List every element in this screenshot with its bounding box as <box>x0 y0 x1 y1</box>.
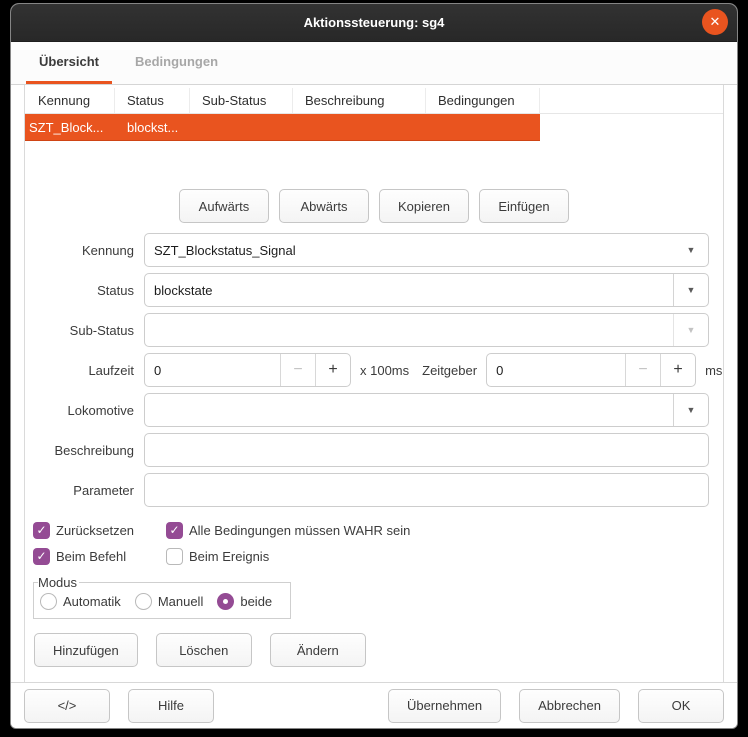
tab-content-uebersicht: Kennung Status Sub-Status Beschreibung B… <box>24 85 724 682</box>
column-header-kennung[interactable]: Kennung <box>25 88 115 113</box>
footer-left-group: </> Hilfe <box>24 689 214 723</box>
modus-radio-group: Automatik Manuell beide <box>40 593 282 610</box>
kennung-row: Kennung SZT_Blockstatus_Signal ▼ <box>25 233 723 267</box>
laufzeit-spinner[interactable]: 0 − + <box>144 353 351 387</box>
options-section: ✓ Zurücksetzen ✓ Alle Bedingungen müssen… <box>25 517 723 569</box>
laufzeit-label: Laufzeit <box>25 363 144 378</box>
einfuegen-button[interactable]: Einfügen <box>479 189 569 223</box>
uebernehmen-button[interactable]: Übernehmen <box>388 689 501 723</box>
abwaerts-button[interactable]: Abwärts <box>279 189 369 223</box>
plus-icon[interactable]: + <box>660 354 695 386</box>
laufzeit-value: 0 <box>145 363 280 378</box>
checkbox-beim-befehl[interactable]: ✓ Beim Befehl <box>33 548 166 565</box>
action-button-row: Hinzufügen Löschen Ändern <box>34 633 723 667</box>
radio-off-icon <box>135 593 152 610</box>
column-header-substatus[interactable]: Sub-Status <box>190 88 293 113</box>
parameter-label: Parameter <box>25 483 144 498</box>
zeitgeber-spinner[interactable]: 0 − + <box>486 353 696 387</box>
tab-uebersicht[interactable]: Übersicht <box>26 42 112 84</box>
kennung-value: SZT_Blockstatus_Signal <box>145 243 674 258</box>
beschreibung-input[interactable] <box>144 433 709 467</box>
column-header-status[interactable]: Status <box>115 88 190 113</box>
window-title: Aktionssteuerung: sg4 <box>304 15 445 30</box>
kennung-label: Kennung <box>25 243 144 258</box>
column-header-bedingungen[interactable]: Bedingungen <box>426 88 540 113</box>
radio-automatik[interactable]: Automatik <box>40 593 121 610</box>
plus-icon[interactable]: + <box>315 354 350 386</box>
substatus-row: Sub-Status ▼ <box>25 313 723 347</box>
parameter-row: Parameter <box>25 473 723 507</box>
close-button[interactable]: ✕ <box>702 9 728 35</box>
beschreibung-row: Beschreibung <box>25 433 723 467</box>
radio-on-icon <box>217 593 234 610</box>
footer-right-group: Übernehmen Abbrechen OK <box>388 689 724 723</box>
code-button[interactable]: </> <box>24 689 110 723</box>
table-header: Kennung Status Sub-Status Beschreibung B… <box>25 88 723 114</box>
radio-manuell[interactable]: Manuell <box>135 593 204 610</box>
kopieren-button[interactable]: Kopieren <box>379 189 469 223</box>
column-header-beschreibung[interactable]: Beschreibung <box>293 88 426 113</box>
action-table: Kennung Status Sub-Status Beschreibung B… <box>25 88 723 141</box>
status-label: Status <box>25 283 144 298</box>
modus-frame: Modus Automatik Manuell beide <box>33 575 291 619</box>
cell-status: blockst... <box>115 120 190 135</box>
minus-icon[interactable]: − <box>625 354 660 386</box>
minus-icon[interactable]: − <box>280 354 315 386</box>
loeschen-button[interactable]: Löschen <box>156 633 252 667</box>
tab-label: Übersicht <box>39 54 99 69</box>
chevron-down-icon[interactable]: ▼ <box>673 274 708 306</box>
list-button-row: Aufwärts Abwärts Kopieren Einfügen <box>25 189 723 223</box>
lokomotive-label: Lokomotive <box>25 403 144 418</box>
kennung-combobox[interactable]: SZT_Blockstatus_Signal ▼ <box>144 233 709 267</box>
checkbox-checked-icon: ✓ <box>33 522 50 539</box>
table-row-selected[interactable]: SZT_Block... blockst... <box>25 114 540 141</box>
close-icon: ✕ <box>710 14 721 30</box>
laufzeit-row: Laufzeit 0 − + x 100ms Zeitgeber 0 − + m… <box>25 353 723 387</box>
abbrechen-button[interactable]: Abbrechen <box>519 689 620 723</box>
modus-legend: Modus <box>38 575 79 590</box>
parameter-input[interactable] <box>144 473 709 507</box>
zeitgeber-label: Zeitgeber <box>422 363 477 378</box>
radio-beide[interactable]: beide <box>217 593 272 610</box>
status-combobox[interactable]: blockstate ▼ <box>144 273 709 307</box>
beschreibung-label: Beschreibung <box>25 443 144 458</box>
dialog-window: Aktionssteuerung: sg4 ✕ Übersicht Beding… <box>11 4 737 728</box>
tab-bedingungen[interactable]: Bedingungen <box>122 42 231 84</box>
status-value: blockstate <box>145 283 673 298</box>
titlebar: Aktionssteuerung: sg4 ✕ <box>11 4 737 42</box>
aendern-button[interactable]: Ändern <box>270 633 366 667</box>
tab-bar: Übersicht Bedingungen <box>11 42 737 85</box>
lokomotive-row: Lokomotive ▼ <box>25 393 723 427</box>
dialog-footer: </> Hilfe Übernehmen Abbrechen OK <box>11 682 737 728</box>
zeitgeber-value: 0 <box>487 363 625 378</box>
checkbox-checked-icon: ✓ <box>33 548 50 565</box>
zeitgeber-unit: ms <box>705 363 722 378</box>
checkbox-unchecked-icon <box>166 548 183 565</box>
tab-label: Bedingungen <box>135 54 218 69</box>
substatus-combobox[interactable]: ▼ <box>144 313 709 347</box>
hinzufuegen-button[interactable]: Hinzufügen <box>34 633 138 667</box>
checkbox-row-2: ✓ Beim Befehl Beim Ereignis <box>33 543 723 569</box>
cell-kennung: SZT_Block... <box>25 120 115 135</box>
hilfe-button[interactable]: Hilfe <box>128 689 214 723</box>
chevron-down-icon[interactable]: ▼ <box>674 234 708 266</box>
chevron-down-icon[interactable]: ▼ <box>673 394 708 426</box>
radio-off-icon <box>40 593 57 610</box>
status-row: Status blockstate ▼ <box>25 273 723 307</box>
substatus-label: Sub-Status <box>25 323 144 338</box>
checkbox-zuruecksetzen[interactable]: ✓ Zurücksetzen <box>33 522 166 539</box>
laufzeit-unit: x 100ms <box>360 363 409 378</box>
lokomotive-combobox[interactable]: ▼ <box>144 393 709 427</box>
checkbox-row-1: ✓ Zurücksetzen ✓ Alle Bedingungen müssen… <box>33 517 723 543</box>
checkbox-alle-bedingungen[interactable]: ✓ Alle Bedingungen müssen WAHR sein <box>166 522 410 539</box>
aufwaerts-button[interactable]: Aufwärts <box>179 189 269 223</box>
action-form: Kennung SZT_Blockstatus_Signal ▼ Status … <box>25 233 723 507</box>
ok-button[interactable]: OK <box>638 689 724 723</box>
checkbox-checked-icon: ✓ <box>166 522 183 539</box>
chevron-down-icon: ▼ <box>673 314 708 346</box>
checkbox-beim-ereignis[interactable]: Beim Ereignis <box>166 548 269 565</box>
